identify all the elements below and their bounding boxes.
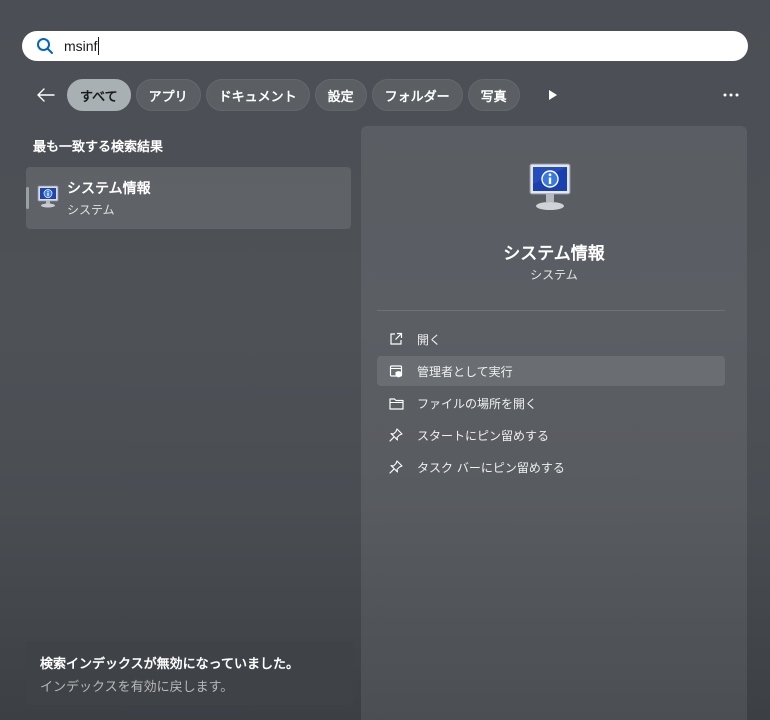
search-bar[interactable]: msinf: [22, 31, 748, 61]
result-type: システム: [67, 203, 115, 217]
back-button[interactable]: [30, 79, 62, 111]
action-label: 開く: [417, 332, 442, 347]
more-options-button[interactable]: [718, 79, 744, 111]
open-file-location-action[interactable]: ファイルの場所を開く: [377, 388, 725, 418]
action-list: 開く 管理者として実行 ファイルの場所を開く スタートにピン留めする タスク バ…: [377, 324, 725, 484]
detail-pane: システム情報 システム 開く 管理者として実行 ファイルの場所を開く スタートに: [361, 126, 747, 720]
selection-indicator: [26, 187, 29, 209]
tab-all[interactable]: すべて: [67, 79, 131, 111]
enable-index-link[interactable]: インデックスを有効に戻します。: [40, 676, 339, 695]
open-action[interactable]: 開く: [377, 324, 725, 354]
action-label: 管理者として実行: [417, 364, 513, 379]
ellipsis-icon: [723, 93, 739, 97]
pin-icon: [388, 459, 404, 475]
tab-apps[interactable]: アプリ: [135, 79, 201, 111]
more-filters-button[interactable]: [542, 79, 564, 111]
filter-bar: すべて アプリ ドキュメント 設定 フォルダー 写真: [30, 79, 748, 111]
system-info-monitor-icon: [529, 163, 571, 210]
arrow-left-icon: [37, 88, 55, 102]
tab-folders[interactable]: フォルダー: [371, 79, 463, 111]
detail-app-name: システム情報: [503, 244, 605, 264]
best-match-result[interactable]: システム情報 システム: [26, 167, 351, 229]
tab-documents[interactable]: ドキュメント: [205, 79, 310, 111]
divider: [377, 310, 725, 311]
open-external-icon: [388, 331, 404, 347]
tab-settings[interactable]: 設定: [314, 79, 367, 111]
best-match-heading: 最も一致する検索結果: [33, 140, 164, 155]
admin-shield-icon: [388, 363, 404, 379]
notice-title: 検索インデックスが無効になっていました。: [40, 657, 299, 672]
index-notice: 検索インデックスが無効になっていました。 インデックスを有効に戻します。: [26, 641, 353, 705]
search-input[interactable]: msinf: [64, 37, 100, 55]
pin-to-taskbar-action[interactable]: タスク バーにピン留めする: [377, 452, 725, 482]
pin-icon: [388, 427, 404, 443]
play-icon: [549, 90, 557, 100]
pin-to-start-action[interactable]: スタートにピン留めする: [377, 420, 725, 450]
system-info-monitor-icon: [37, 185, 59, 208]
action-label: ファイルの場所を開く: [417, 396, 538, 411]
run-as-admin-action[interactable]: 管理者として実行: [377, 356, 725, 386]
search-icon: [36, 37, 54, 55]
folder-icon: [388, 395, 404, 411]
tab-photos[interactable]: 写真: [467, 79, 520, 111]
result-name: システム情報: [67, 181, 151, 197]
detail-app-type: システム: [530, 268, 578, 282]
action-label: タスク バーにピン留めする: [417, 460, 565, 475]
action-label: スタートにピン留めする: [417, 428, 550, 443]
